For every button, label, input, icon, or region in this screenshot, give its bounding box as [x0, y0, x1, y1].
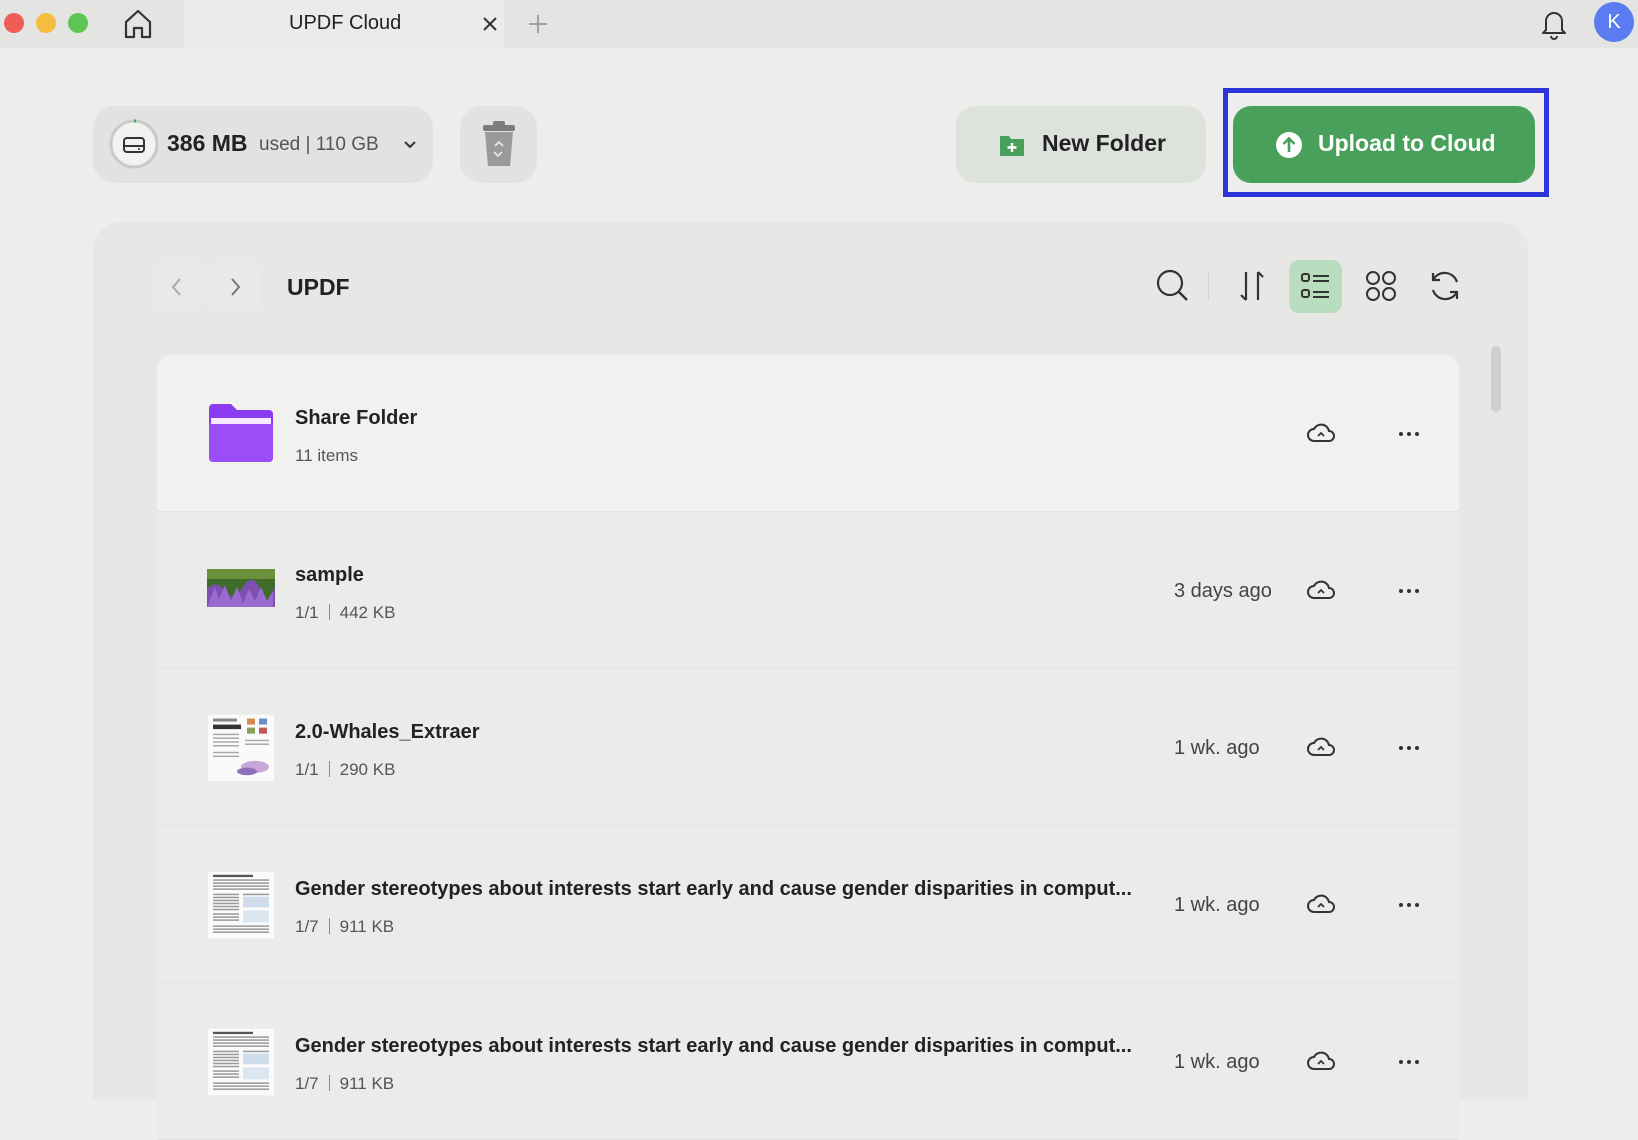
scrollbar[interactable] — [1487, 340, 1505, 1100]
file-meta: 1/1 290 KB — [295, 760, 395, 780]
trash-icon — [483, 121, 515, 166]
grid-view-icon[interactable] — [1361, 266, 1401, 306]
more-options-icon[interactable] — [1397, 898, 1421, 912]
document-thumbnail — [207, 714, 275, 782]
more-options-icon[interactable] — [1397, 1055, 1421, 1069]
cloud-icon[interactable] — [1307, 1049, 1335, 1075]
trash-button[interactable] — [460, 106, 537, 183]
toolbar-divider — [1208, 272, 1209, 300]
file-modified-date: 1 wk. ago — [1174, 1051, 1260, 1073]
meta-divider — [328, 604, 330, 620]
meta-divider — [328, 761, 330, 777]
file-size: 911 KB — [339, 917, 395, 936]
cloud-icon[interactable] — [1307, 735, 1335, 761]
document-thumbnail — [207, 871, 275, 939]
sort-icon[interactable] — [1232, 266, 1272, 306]
upload-arrow-icon — [1276, 132, 1302, 158]
file-meta: 1/7 911 KB — [295, 1074, 394, 1094]
upload-to-cloud-button[interactable]: Upload to Cloud — [1233, 106, 1535, 183]
back-button[interactable] — [152, 262, 202, 312]
list-item[interactable]: sample 1/1 442 KB 3 days ago — [157, 512, 1459, 669]
more-options-icon[interactable] — [1397, 427, 1421, 441]
minimize-window-button[interactable] — [36, 13, 56, 33]
file-pages: 1/1 — [295, 760, 319, 779]
chevron-right-icon — [231, 278, 241, 296]
file-modified-date: 3 days ago — [1174, 580, 1272, 602]
chevron-down-icon[interactable] — [401, 136, 419, 154]
new-folder-button[interactable]: New Folder — [956, 106, 1206, 183]
file-name: sample — [295, 564, 364, 586]
list-item[interactable]: Share Folder 11 items — [157, 355, 1459, 512]
file-modified-date: 1 wk. ago — [1174, 894, 1260, 916]
more-options-icon[interactable] — [1397, 741, 1421, 755]
bell-icon[interactable] — [1538, 6, 1570, 40]
close-icon[interactable] — [480, 14, 500, 34]
title-bar: UPDF Cloud K — [0, 0, 1638, 48]
current-folder-title: UPDF — [287, 274, 350, 300]
file-name: Gender stereotypes about interests start… — [295, 1035, 1132, 1057]
document-thumbnail — [207, 1028, 275, 1096]
file-size: 290 KB — [339, 760, 396, 779]
file-size: 911 KB — [339, 1074, 395, 1093]
list-item[interactable]: 2.0-Whales_Extraer 1/1 290 KB 1 wk. ago — [157, 669, 1459, 826]
cloud-icon[interactable] — [1307, 892, 1335, 918]
more-options-icon[interactable] — [1397, 584, 1421, 598]
file-meta: 1/7 911 KB — [295, 917, 394, 937]
file-size: 442 KB — [339, 603, 396, 622]
meta-divider — [328, 1075, 330, 1091]
folder-plus-icon — [1000, 136, 1024, 156]
file-name: Gender stereotypes about interests start… — [295, 878, 1132, 900]
list-view-icon — [1301, 273, 1329, 298]
home-icon[interactable] — [121, 7, 155, 41]
file-name: Share Folder — [295, 407, 418, 429]
storage-usage-dropdown[interactable]: 386 MB used | 110 GB — [93, 106, 433, 183]
photo-thumbnail — [207, 569, 275, 607]
file-meta: 1/1 442 KB — [295, 603, 395, 623]
storage-used-value: 386 MB — [167, 130, 248, 156]
storage-drive-icon — [109, 119, 159, 169]
file-item-count: 11 items — [295, 446, 358, 465]
list-view-button[interactable] — [1289, 260, 1342, 313]
meta-divider — [328, 918, 330, 934]
chevron-left-icon — [171, 278, 181, 296]
list-item[interactable]: Gender stereotypes about interests start… — [157, 826, 1459, 983]
cloud-icon[interactable] — [1307, 421, 1335, 447]
avatar[interactable]: K — [1594, 2, 1634, 42]
folder-icon — [209, 404, 273, 462]
file-pages: 1/1 — [295, 603, 319, 622]
new-folder-label: New Folder — [1042, 130, 1166, 156]
tab-title: UPDF Cloud — [289, 12, 402, 34]
tab-updf-cloud[interactable]: UPDF Cloud — [184, 0, 504, 48]
list-item[interactable]: Gender stereotypes about interests start… — [157, 983, 1459, 1140]
forward-button[interactable] — [210, 262, 260, 312]
plus-icon[interactable] — [526, 12, 550, 36]
file-pages: 1/7 — [295, 917, 319, 936]
file-pages: 1/7 — [295, 1074, 319, 1093]
maximize-window-button[interactable] — [68, 13, 88, 33]
search-icon[interactable] — [1153, 266, 1193, 306]
file-list: Share Folder 11 items sample 1/1 442 KB 3… — [157, 355, 1459, 1140]
scrollbar-thumb[interactable] — [1491, 346, 1501, 412]
close-window-button[interactable] — [4, 13, 24, 33]
file-modified-date: 1 wk. ago — [1174, 737, 1260, 759]
file-name: 2.0-Whales_Extraer — [295, 721, 480, 743]
upload-to-cloud-label: Upload to Cloud — [1318, 130, 1496, 156]
refresh-icon[interactable] — [1425, 266, 1465, 306]
cloud-icon[interactable] — [1307, 578, 1335, 604]
storage-total-text: used | 110 GB — [259, 134, 379, 155]
